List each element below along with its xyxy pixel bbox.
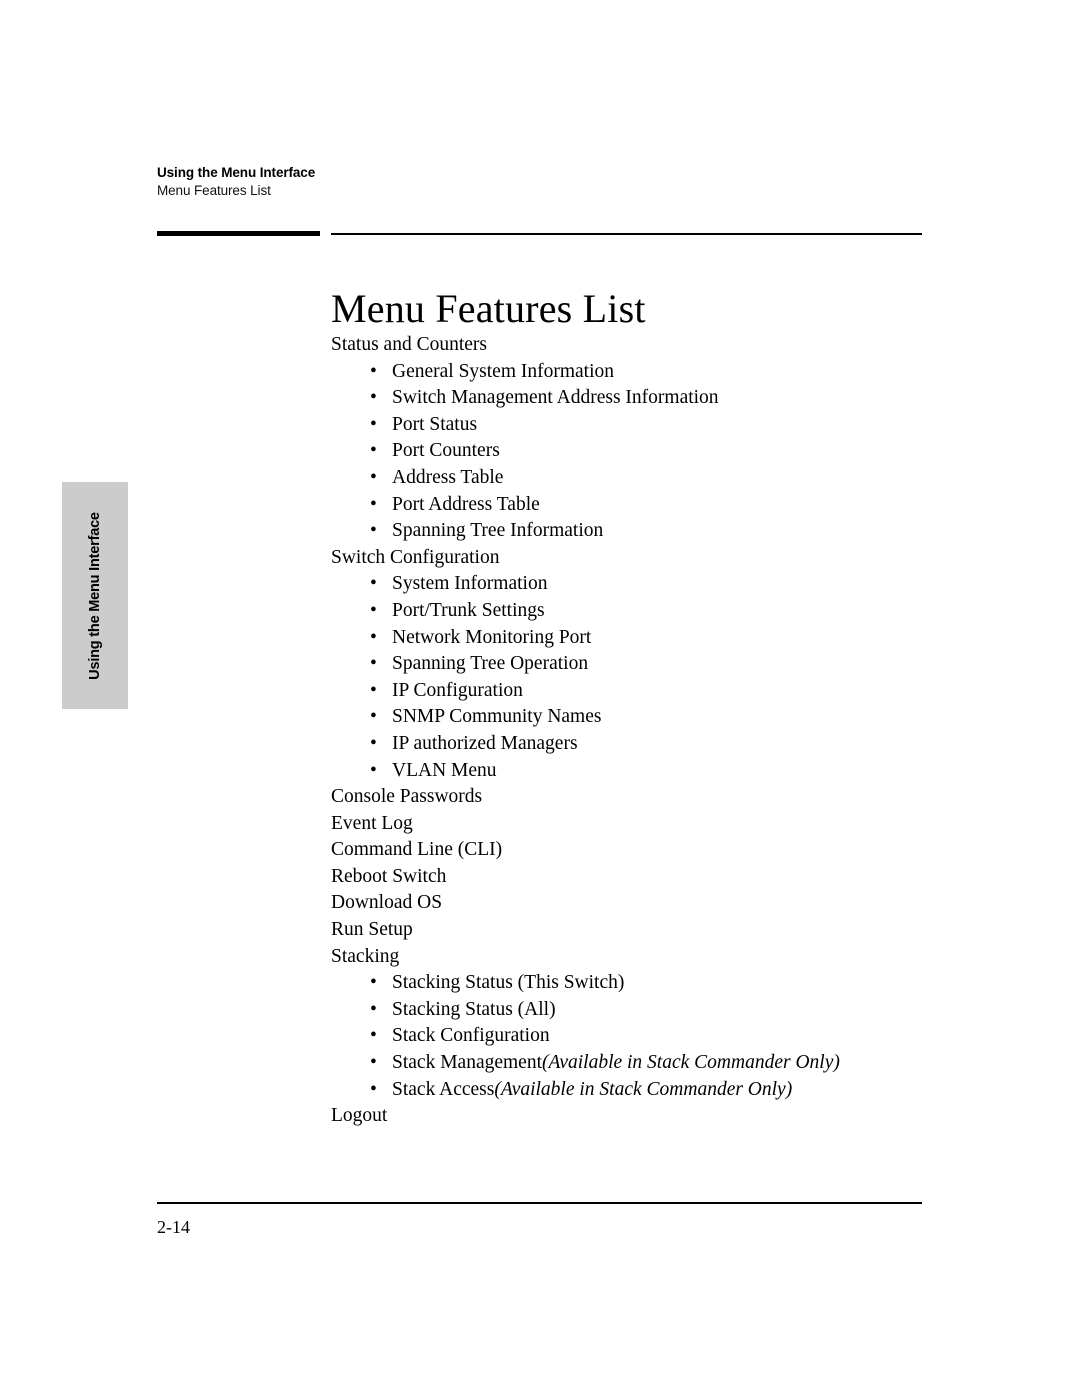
feature-item: • SNMP Community Names bbox=[331, 704, 931, 731]
feature-group: Status and Counters bbox=[331, 332, 931, 359]
feature-group: Run Setup bbox=[331, 917, 931, 944]
feature-item: • Stack Management (Available in Stack Co… bbox=[331, 1050, 931, 1077]
feature-group-label: Switch Configuration bbox=[331, 546, 500, 568]
feature-item: • IP authorized Managers bbox=[331, 731, 931, 758]
feature-group: Console Passwords bbox=[331, 784, 931, 811]
feature-group: Command Line (CLI) bbox=[331, 837, 931, 864]
feature-item-label: IP authorized Managers bbox=[392, 732, 578, 754]
bullet-icon: • bbox=[370, 599, 377, 621]
feature-item: • Spanning Tree Operation bbox=[331, 651, 931, 678]
bullet-icon: • bbox=[370, 466, 377, 488]
feature-group-label: Event Log bbox=[331, 812, 413, 834]
bullet-icon: • bbox=[370, 759, 377, 781]
feature-item-label: System Information bbox=[392, 573, 548, 595]
feature-item: • Port/Trunk Settings bbox=[331, 598, 931, 625]
feature-item: • Port Status bbox=[331, 412, 931, 439]
page-number: 2-14 bbox=[157, 1217, 190, 1237]
feature-group: Stacking bbox=[331, 944, 931, 971]
feature-group: Event Log bbox=[331, 811, 931, 838]
chapter-side-tab: Using the Menu Interface bbox=[62, 482, 128, 709]
feature-item: • Address Table bbox=[331, 465, 931, 492]
feature-group: Switch Configuration bbox=[331, 545, 931, 572]
bullet-icon: • bbox=[370, 706, 377, 728]
bullet-icon: • bbox=[370, 732, 377, 754]
feature-group-label: Status and Counters bbox=[331, 334, 487, 355]
feature-item: • Stacking Status (This Switch) bbox=[331, 970, 931, 997]
menu-features-list: Status and Counters • General System Infor… bbox=[331, 332, 931, 1130]
bullet-icon: • bbox=[370, 387, 377, 409]
feature-item-note: (Available in Stack Commander Only) bbox=[542, 1052, 840, 1074]
feature-item: • Network Monitoring Port bbox=[331, 625, 931, 652]
bullet-icon: • bbox=[370, 653, 377, 675]
bullet-icon: • bbox=[370, 1025, 377, 1047]
feature-group-label: Stacking bbox=[331, 945, 400, 967]
running-header-section-title: Menu Features List bbox=[157, 183, 271, 198]
feature-item: • Port Counters bbox=[331, 438, 931, 465]
running-header-chapter-title: Using the Menu Interface bbox=[157, 165, 316, 180]
feature-item-label: SNMP Community Names bbox=[392, 706, 602, 728]
feature-item-label: Spanning Tree Operation bbox=[392, 653, 589, 675]
feature-group-label: Console Passwords bbox=[331, 786, 483, 808]
feature-group-label: Run Setup bbox=[331, 919, 413, 941]
feature-item-label: Network Monitoring Port bbox=[392, 626, 592, 648]
feature-group-label: Command Line (CLI) bbox=[331, 839, 503, 861]
feature-item: • System Information bbox=[331, 571, 931, 598]
feature-item: • Switch Management Address Information bbox=[331, 385, 931, 412]
bullet-icon: • bbox=[370, 972, 377, 994]
bullet-icon: • bbox=[370, 413, 377, 435]
feature-group: Logout bbox=[331, 1103, 931, 1130]
bullet-icon: • bbox=[370, 493, 377, 515]
feature-item-label: Stack Management bbox=[392, 1052, 542, 1074]
bullet-icon: • bbox=[370, 679, 377, 701]
footer-rule bbox=[157, 1202, 922, 1204]
feature-group-label: Download OS bbox=[331, 892, 443, 914]
feature-item-label: Port Address Table bbox=[392, 493, 540, 515]
bullet-icon: • bbox=[370, 440, 377, 462]
feature-item-note: (Available in Stack Commander Only) bbox=[494, 1078, 793, 1100]
feature-item: • Spanning Tree Information bbox=[331, 518, 931, 545]
feature-item: • General System Information bbox=[331, 359, 931, 386]
feature-item: • IP Configuration bbox=[331, 678, 931, 705]
bullet-icon: • bbox=[370, 1052, 377, 1074]
bullet-icon: • bbox=[370, 520, 377, 542]
feature-item-label: General System Information bbox=[392, 360, 615, 382]
bullet-icon: • bbox=[370, 573, 377, 595]
feature-item-label: Stacking Status (This Switch) bbox=[392, 972, 625, 994]
feature-group: Download OS bbox=[331, 890, 931, 917]
feature-item: • VLAN Menu bbox=[331, 758, 931, 785]
feature-item-label: Spanning Tree Information bbox=[392, 520, 604, 542]
feature-item-label: IP Configuration bbox=[392, 679, 523, 701]
chapter-side-tab-label: Using the Menu Interface bbox=[87, 511, 103, 680]
feature-group-label: Logout bbox=[331, 1105, 388, 1127]
bullet-icon: • bbox=[370, 1078, 377, 1100]
feature-item-label: Stack Configuration bbox=[392, 1025, 550, 1047]
feature-item: • Stack Configuration bbox=[331, 1023, 931, 1050]
feature-item-label: Switch Management Address Information bbox=[392, 387, 719, 409]
header-rule-thin bbox=[331, 233, 922, 235]
feature-item: • Port Address Table bbox=[331, 492, 931, 519]
feature-item: • Stacking Status (All) bbox=[331, 997, 931, 1024]
running-header: Using the Menu Interface Menu Features L… bbox=[157, 164, 857, 200]
bullet-icon: • bbox=[370, 626, 377, 648]
feature-group-label: Reboot Switch bbox=[331, 865, 447, 887]
feature-item-label: Stacking Status (All) bbox=[392, 998, 556, 1020]
bullet-icon: • bbox=[370, 360, 377, 382]
header-rule-thick bbox=[157, 231, 320, 236]
feature-item-label: Port/Trunk Settings bbox=[392, 599, 545, 621]
feature-item: • Stack Access (Available in Stack Comman… bbox=[331, 1077, 931, 1104]
feature-group: Reboot Switch bbox=[331, 864, 931, 891]
page-title: Menu Features List bbox=[331, 285, 646, 331]
bullet-icon: • bbox=[370, 998, 377, 1020]
